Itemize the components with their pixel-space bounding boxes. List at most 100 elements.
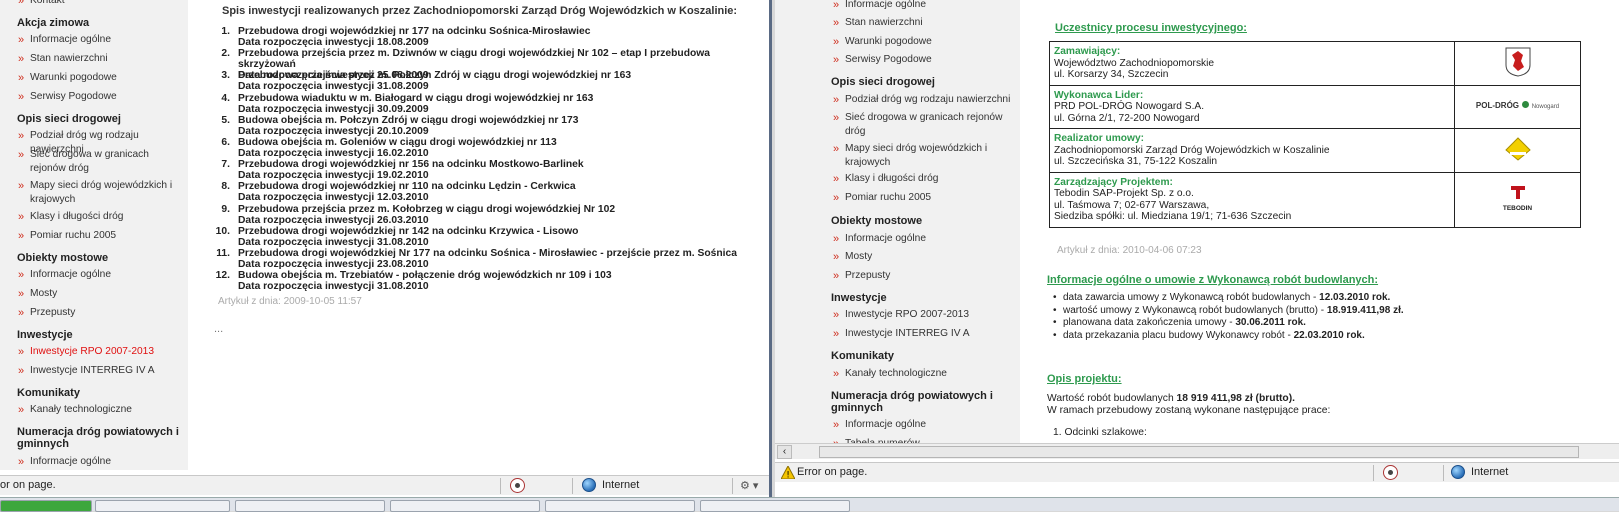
privacy-eye-icon[interactable] [1383,465,1398,480]
sidebar-item-label: Informacje ogólne [845,0,926,10]
sidebar-item-link[interactable]: » Mapy sieci dróg wojewódzkich i krajowyc… [833,142,1016,170]
investments-list-title: Spis inwestycji realizowanych przez Zach… [222,5,738,17]
investment-start-date: Data rozpoczęcia inwestycji 30.09.2009 [238,103,429,115]
start-button[interactable] [0,500,92,512]
status-error-text[interactable]: or on page. [0,479,56,491]
contract-info-heading[interactable]: Informacje ogólne o umowie z Wykonawcą r… [1047,274,1378,286]
sidebar-item-link[interactable]: » Kontakt [18,0,184,8]
left-browser-window: » Kontakt Akcja zimowa » Informacje ogólne » S… [0,0,772,511]
sidebar-item-label: Sieć drogowa w granicach rejonów dróg [30,149,149,174]
list-number: 8. [221,181,230,193]
right-page-viewport: » Informacje ogólne » Stan nawierzchni » Waru… [775,0,1619,443]
sidebar-item-link[interactable]: » Serwisy Pogodowe [18,90,184,104]
sidebar-item-link[interactable]: » Serwisy Pogodowe [833,53,1016,67]
zzdw-logo [1454,128,1581,173]
sidebar-item-label: Informacje ogólne [30,269,111,280]
sidebar-item-link[interactable]: » Przepusty [833,269,1016,283]
sidebar-item-link[interactable]: » Mosty [18,287,184,301]
project-description-heading[interactable]: Opis projektu: [1047,373,1122,385]
sidebar-item-link[interactable]: » Informacje ogólne [18,455,184,469]
contract-info-value: 22.03.2010 rok. [1293,329,1365,341]
sidebar-item-link[interactable]: » Mosty [833,250,1016,264]
tebodin-logo: TEBODIN [1454,171,1581,228]
chevron-right-icon: » [18,91,25,103]
sidebar-section-heading: Obiekty mostowe [831,215,923,227]
contract-info-label: data przekazania placu budowy Wykonawcy … [1063,329,1294,341]
sidebar-item-link[interactable]: » Mapy sieci dróg wojewódzkich i krajowyc… [18,179,184,207]
investment-item: 6. Budowa obejścia m. Goleniów w ciągu dr… [210,137,769,159]
sidebar-item-label: Kontakt [30,0,65,6]
sidebar-item-link[interactable]: » Sieć drogowa w granicach rejonów dróg [833,111,1016,139]
sidebar-item-link[interactable]: » Pomiar ruchu 2005 [833,191,1016,205]
sidebar-item-link[interactable]: » Sieć drogowa w granicach rejonów dróg [18,148,184,176]
participant-detail-line: Województwo Zachodniopomorskie [1054,57,1215,69]
participant-info: Zarządzający Projektem: Tebodin SAP-Proje… [1049,171,1455,228]
investment-item: 8. Przebudowa drogi wojewódzkiej nr 110 n… [210,181,769,203]
sidebar-item-link[interactable]: » Informacje ogólne [833,0,1016,12]
chevron-right-icon: » [833,251,840,263]
investment-name: Przebudowa przejścia przez m. Kołobrzeg … [238,203,616,215]
investment-name: Budowa obejścia m. Połczyn Zdrój w ciągu… [238,114,579,126]
sidebar-item-link[interactable]: » Przepusty [18,306,184,320]
taskbar-button[interactable] [95,500,230,512]
sidebar-item-link[interactable]: » Kanały technologiczne [18,403,184,417]
sidebar-item-link[interactable]: » Inwestycje INTERREG IV A [18,364,184,378]
participant-detail-line: ul. Taśmowa 7; 02-677 Warszawa, [1054,199,1210,211]
sidebar-item-link[interactable]: » Informacje ogólne [18,33,184,47]
sidebar-item-link[interactable]: » Kanały technologiczne [833,367,1016,381]
status-error-text[interactable]: Error on page. [797,466,867,478]
taskbar-button[interactable] [545,500,695,512]
list-number: 2. [221,48,230,60]
sidebar-item-link[interactable]: » Informacje ogólne [18,268,184,282]
taskbar-button[interactable] [390,500,540,512]
sidebar-item-link[interactable]: » Warunki pogodowe [833,35,1016,49]
scroll-thumb[interactable] [819,446,1579,458]
article-date: Artykuł z dnia: 2010-04-06 07:23 [1057,245,1202,256]
sidebar-item-link[interactable]: » Klasy i długości dróg [833,172,1016,186]
taskbar-button[interactable] [700,500,850,512]
sidebar-section-heading: Opis sieci drogowej [831,76,935,88]
participant-role: Zarządzający Projektem: [1054,176,1173,188]
status-separator [500,478,501,494]
investment-name: Budowa obejścia m. Trzebiatów - połączen… [238,270,612,282]
participant-detail-line: ul. Korsarzy 34, Szczecin [1054,69,1169,80]
list-number: 9. [221,203,230,215]
sidebar-item-link[interactable]: » Inwestycje RPO 2007-2013 [18,345,184,359]
sidebar-item-link[interactable]: » Podział dróg wg rodzaju nawierzchni [833,93,1016,107]
warning-icon[interactable]: ! [781,466,795,479]
investment-start-date: Data rozpoczęcia inwestycji 31.08.2010 [238,281,429,293]
sidebar-item-link[interactable]: » Inwestycje RPO 2007-2013 [833,308,1016,322]
right-content: Uczestnicy procesu inwestycyjnego: Zamaw… [1043,0,1619,443]
investment-item: 4. Przebudowa wiaduktu w m. Białogard w c… [210,93,769,115]
taskbar-button[interactable] [235,500,385,512]
sidebar-item-link[interactable]: » Stan nawierzchni [833,16,1016,30]
privacy-eye-icon[interactable] [510,478,525,493]
list-number: 12. [215,270,230,282]
participant-row: Realizator umowy: Zachodniopomorski Zarzą… [1049,128,1581,173]
sidebar-item-link[interactable]: » Informacje ogólne [833,232,1016,246]
participant-info: Wykonawca Lider: PRD POL-DRÓG Nowogard S.… [1049,84,1455,129]
participant-info: Zamawiający: Województwo Zachodniopomorsk… [1049,41,1455,86]
scroll-left-button[interactable]: ‹ [777,445,792,459]
sidebar-item-link[interactable]: » Inwestycje INTERREG IV A [833,327,1016,341]
sidebar-item-label: Przepusty [845,270,891,281]
internet-globe-icon [1451,465,1465,479]
sidebar-item-link[interactable]: » Informacje ogólne [833,418,1016,432]
protected-mode-icon[interactable]: ⚙ ▾ [740,479,758,492]
investment-name: Przebudowa wiaduktu w m. Białogard w cią… [238,92,594,104]
participant-role: Wykonawca Lider: [1054,89,1144,101]
sidebar-item-link[interactable]: » Klasy i długości dróg [18,210,184,224]
project-list-item: 1. Odcinki szlakowe: [1053,427,1147,438]
sidebar-item-label: Informacje ogólne [845,419,926,430]
investment-name: Budowa obejścia m. Goleniów w ciągu drog… [238,136,557,148]
sidebar-item-link[interactable]: » Stan nawierzchni [18,52,184,66]
sidebar-item-link[interactable]: » Pomiar ruchu 2005 [18,229,184,243]
chevron-right-icon: » [18,130,25,142]
left-sidebar-menu: » Kontakt Akcja zimowa » Informacje ogólne » S… [0,0,188,470]
sidebar-item-label: Mapy sieci dróg wojewódzkich i krajowych [30,180,173,205]
investment-start-date: Data rozpoczęcia inwestycji 12.03.2010 [238,192,429,204]
horizontal-scrollbar[interactable]: ‹ [775,443,1619,459]
tebodin-t-icon [1510,185,1525,199]
chevron-right-icon: » [18,34,25,46]
sidebar-item-link[interactable]: » Warunki pogodowe [18,71,184,85]
